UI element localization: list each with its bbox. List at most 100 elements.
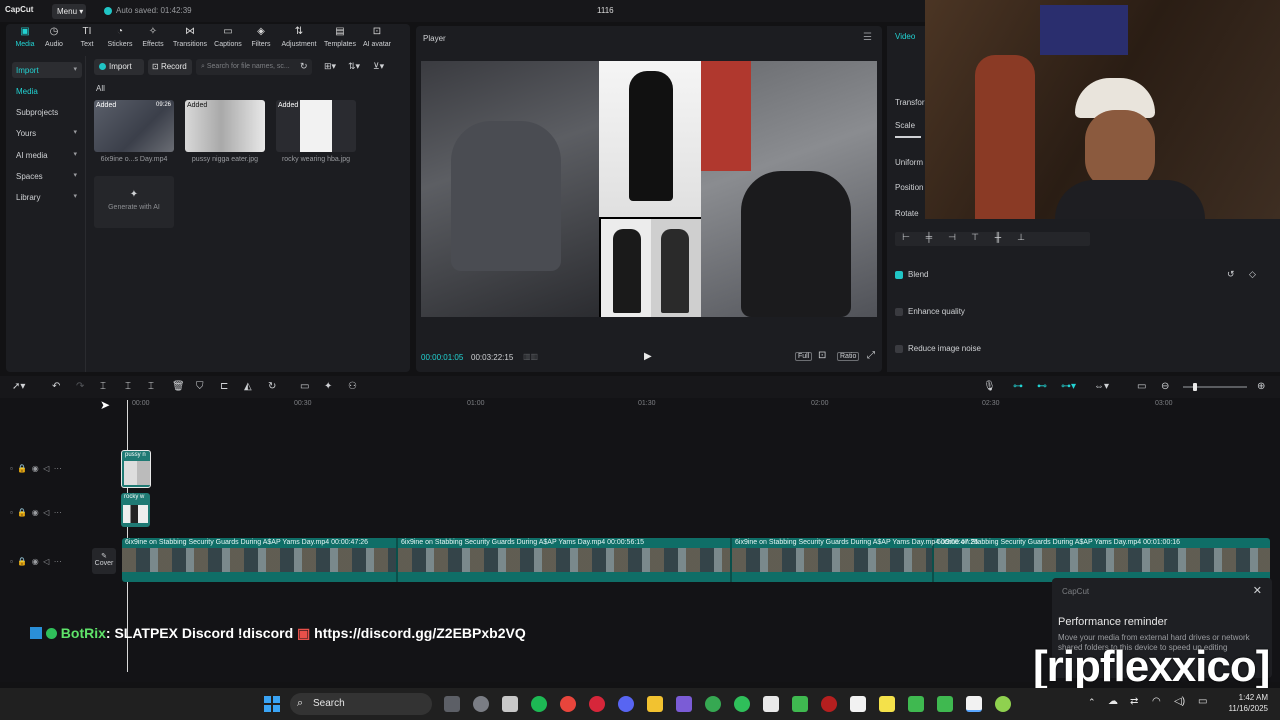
sidebar-item-subprojects[interactable]: Subprojects [12,104,82,120]
linkage-icon[interactable]: ⊷ [1037,381,1047,392]
crop-icon[interactable]: ⊏ [220,381,228,392]
track-toggle-icon[interactable]: ▫ [10,508,13,517]
windows-start-icon[interactable] [264,696,280,712]
align-right-icon[interactable]: ⊣ [941,232,963,243]
snapshot-icon[interactable]: ⊡ [818,350,826,361]
cover-button[interactable]: ✎ Cover [92,548,116,574]
lock-icon[interactable]: 🔒 [17,464,27,473]
video-segment[interactable]: 6ix9ine on Stabbing Security Guards Duri… [934,538,1270,582]
noise-checkbox[interactable] [895,345,903,353]
volume-icon[interactable]: ◁) [1174,696,1185,707]
overlay-clip-1[interactable]: pussy n [121,450,151,488]
network-icon[interactable]: ⇄ [1130,696,1138,707]
magnet-icon[interactable]: ⊶ [1013,381,1023,392]
opera-icon[interactable] [589,696,605,712]
app-icon[interactable] [792,696,808,712]
enhance-checkbox[interactable] [895,308,903,316]
menu-button[interactable]: Menu ▾ [52,4,86,19]
auto-reframe-icon[interactable]: ⚇ [348,381,357,392]
taskbar-search[interactable]: ⌕ Search [290,693,432,715]
sidebar-item-spaces[interactable]: Spaces ▾ [12,168,82,184]
overlay-clip-2[interactable]: rocky w [121,493,150,527]
more-icon[interactable]: ··· [54,557,62,566]
redo-icon[interactable]: ↷ [76,381,84,392]
sidebar-item-media[interactable]: Media [12,83,82,99]
mark-icon[interactable]: ⛉ [196,381,204,392]
split-left-icon[interactable]: ⌶ [125,381,131,392]
mirror-icon[interactable]: ◭ [244,381,252,392]
close-icon[interactable]: ✕ [1253,584,1262,597]
sidebar-item-library[interactable]: Library ▾ [12,189,82,205]
sidebar-item-import[interactable]: Import ▾ [12,62,82,78]
audio-toggle-icon[interactable]: ◁ [43,557,49,566]
tab-filters[interactable]: ◈ Filters [242,26,280,48]
full-button[interactable]: Full [795,352,813,361]
blend-checkbox[interactable] [895,271,903,279]
timeline-ruler[interactable]: 00:00 00:30 01:00 01:30 02:00 02:30 03:0… [122,398,1280,410]
hamburger-icon[interactable]: ☰ [863,32,872,43]
view-grid-icon[interactable]: ⊞▾ [324,61,336,72]
eye-icon[interactable]: ◉ [32,557,39,566]
app-icon[interactable] [734,696,750,712]
wifi-icon[interactable]: ◠ [1152,696,1161,707]
split-screen-icon[interactable]: ⇔▾ [1094,381,1109,392]
align-center-icon[interactable]: ╪ [918,232,940,242]
sticky-notes-icon[interactable] [879,696,895,712]
app-icon[interactable] [908,696,924,712]
magic-icon[interactable]: ✦ [324,381,332,392]
lock-icon[interactable]: 🔒 [17,557,27,566]
main-video-track[interactable]: 6ix9ine on Stabbing Security Guards Duri… [122,538,1270,582]
tab-adjustment[interactable]: ⇅ Adjustment [280,26,318,48]
align-top-icon[interactable]: ⊤ [964,232,986,243]
video-segment[interactable]: 6ix9ine on Stabbing Security Guards Duri… [732,538,978,582]
tab-video[interactable]: Video [895,32,915,41]
align-bottom-icon[interactable]: ⊥ [1010,232,1032,243]
more-icon[interactable]: ··· [54,508,62,517]
capcut-icon[interactable] [850,696,866,712]
ratio-button[interactable]: Ratio [837,352,860,361]
media-thumb-image[interactable]: Added [185,100,265,152]
preview-axis-icon[interactable]: ⊶▾ [1061,381,1076,392]
app-icon[interactable] [502,696,518,712]
tab-effects[interactable]: ✧ Effects [134,26,172,48]
caption-icon[interactable]: ▭ [1137,381,1146,392]
track-toggle-icon[interactable]: ▫ [10,557,13,566]
app-icon[interactable] [676,696,692,712]
more-icon[interactable]: ··· [54,464,62,473]
audio-toggle-icon[interactable]: ◁ [43,508,49,517]
filter-icon[interactable]: ⊻▾ [373,61,384,72]
fullscreen-icon[interactable]: ⤢ [867,350,875,361]
align-middle-icon[interactable]: ╫ [987,232,1009,242]
tab-transitions[interactable]: ⋈ Transitions [171,26,209,48]
microphone-icon[interactable]: 🎙 [983,381,996,392]
app-icon[interactable] [995,696,1011,712]
undo-icon[interactable]: ↶ [52,381,60,392]
tab-ai-avatar[interactable]: ⊡ AI avatar [358,26,396,48]
reset-icon[interactable]: ↺ [1227,269,1235,280]
media-thumb-image[interactable]: Added [276,100,356,152]
battery-icon[interactable]: ▭ [1198,696,1207,707]
split-icon[interactable]: ⌶ [100,381,106,392]
filter-all-label[interactable]: All [96,84,105,93]
discord-icon[interactable] [618,696,634,712]
waveform-icon[interactable]: ▥▥ [523,352,538,361]
rotate-icon[interactable]: ↻ [268,381,276,392]
tray-overflow-icon[interactable]: ⌃ [1088,697,1096,708]
sidebar-item-ai-media[interactable]: AI media ▾ [12,147,82,163]
audio-toggle-icon[interactable]: ◁ [43,464,49,473]
split-right-icon[interactable]: ⌶ [148,381,154,392]
delete-icon[interactable]: 🗑 [172,381,185,392]
spotify-icon[interactable] [531,696,547,712]
zoom-out-icon[interactable]: ⊖ [1161,381,1169,392]
scale-slider[interactable] [895,136,921,138]
sidebar-item-yours[interactable]: Yours ▾ [12,125,82,141]
capcut-active-icon[interactable] [966,696,982,712]
app-icon[interactable] [473,696,489,712]
zoom-in-icon[interactable]: ⊕ [1257,381,1265,392]
video-preview[interactable] [421,61,877,317]
notepad-icon[interactable] [763,696,779,712]
refresh-icon[interactable]: ↻ [300,61,308,72]
chrome-icon[interactable] [560,696,576,712]
project-title[interactable]: 1116 [597,6,614,15]
onedrive-icon[interactable]: ☁ [1108,696,1118,707]
